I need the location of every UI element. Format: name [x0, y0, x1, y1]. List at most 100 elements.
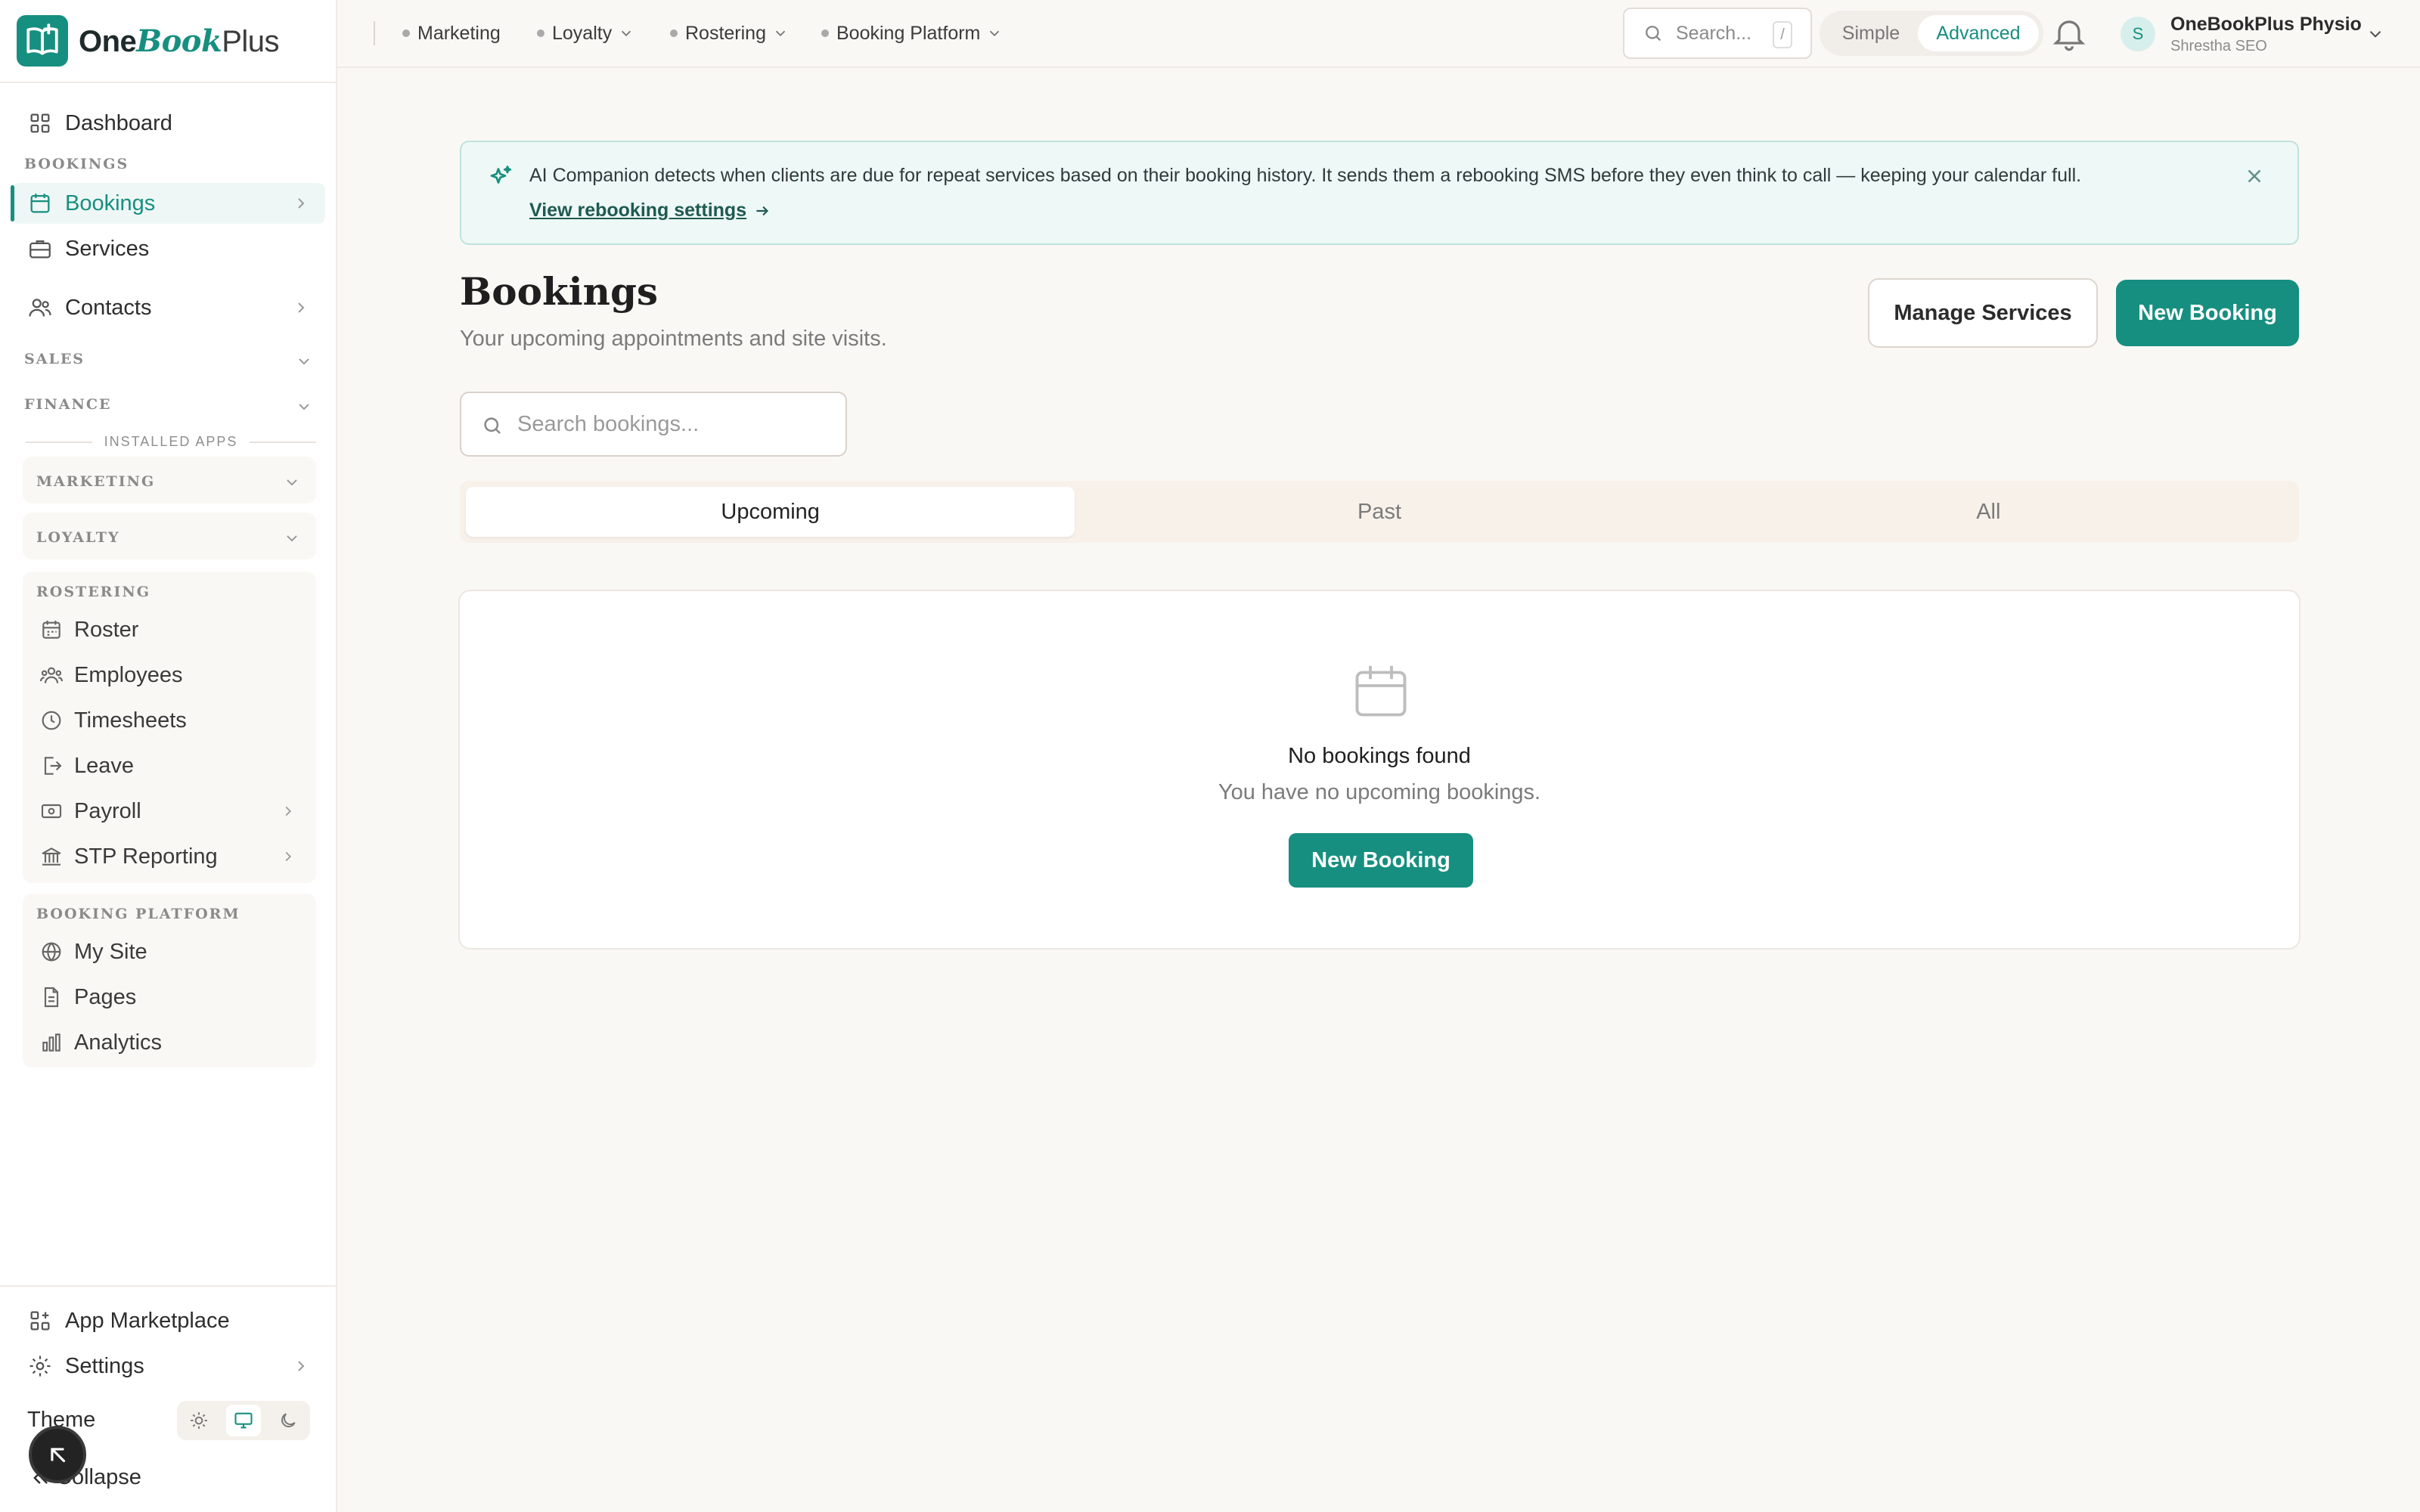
sidebar-item-roster[interactable]: Roster	[39, 611, 138, 649]
chevron-down-icon[interactable]	[295, 398, 313, 416]
book-logo-icon	[17, 15, 68, 67]
topbar-app-rostering[interactable]: Rostering	[670, 18, 789, 48]
empty-state-subtitle: You have no upcoming bookings.	[1218, 780, 1541, 804]
sidebar-divider	[0, 1285, 337, 1287]
topbar-app-marketing[interactable]: Marketing	[402, 18, 501, 48]
team-icon	[39, 667, 64, 683]
section-toggle-loyalty[interactable]: LOYALTY	[36, 529, 120, 546]
apps-grid-icon	[30, 1311, 50, 1331]
theme-dark-button[interactable]	[271, 1405, 306, 1436]
sidebar-item-dashboard[interactable]: Dashboard	[12, 103, 325, 144]
banknote-icon	[41, 804, 62, 819]
search-icon	[484, 417, 501, 434]
user-name: Shrestha SEO	[2170, 38, 2267, 54]
active-indicator	[11, 185, 14, 222]
status-dot	[402, 29, 410, 37]
org-name[interactable]: OneBookPlus Physio	[2170, 14, 2362, 36]
document-icon	[44, 987, 59, 1008]
sidebar-item-bookings[interactable]: Bookings	[12, 183, 325, 224]
clock-icon	[42, 711, 61, 730]
rebooking-settings-link[interactable]: View rebooking settings	[529, 200, 772, 222]
sidebar-item-label: App Marketplace	[65, 1308, 230, 1333]
sidebar-item-contacts[interactable]: Contacts	[12, 287, 325, 328]
sidebar-item-services[interactable]: Services	[12, 228, 325, 269]
chevron-down-icon	[622, 30, 631, 37]
sidebar-item-payroll[interactable]: Payroll	[39, 792, 141, 830]
topbar-app-loyalty[interactable]: Loyalty	[537, 18, 634, 48]
tab-upcoming[interactable]: Upcoming	[466, 487, 1075, 537]
mode-advanced-button[interactable]: Advanced	[1918, 15, 2039, 51]
gear-icon	[29, 1356, 51, 1377]
chevron-down-icon	[775, 30, 786, 37]
sidebar-item-settings[interactable]: Settings	[12, 1346, 325, 1387]
moon-icon	[281, 1413, 296, 1427]
global-search-input[interactable]: Search... /	[1623, 8, 1812, 59]
status-dot	[670, 29, 678, 37]
top-bar: Marketing Loyalty Rostering Booking Plat…	[337, 0, 2420, 68]
chevron-right-icon	[285, 806, 292, 816]
sidebar-item-leave[interactable]: Leave	[39, 747, 134, 785]
new-booking-button[interactable]: New Booking	[2116, 280, 2299, 346]
chevron-right-icon	[285, 851, 292, 862]
arrow-right-icon	[756, 206, 769, 215]
section-toggle-finance[interactable]: FINANCE	[24, 396, 111, 413]
keyboard-shortcut-badge: /	[1773, 21, 1792, 48]
booking-tabs: Upcoming Past All	[460, 481, 2299, 543]
section-label-rostering: ROSTERING	[36, 584, 150, 600]
section-label-bookings: BOOKINGS	[24, 156, 129, 172]
theme-system-button[interactable]	[225, 1405, 261, 1436]
topbar-divider	[374, 21, 375, 45]
banner-message: AI Companion detects when clients are du…	[529, 165, 2082, 186]
calendar-grid-icon	[42, 621, 60, 639]
sidebar-item-timesheets[interactable]: Timesheets	[39, 702, 187, 739]
sparkles-icon	[490, 166, 512, 184]
status-dot	[537, 29, 544, 37]
tab-past[interactable]: Past	[1075, 487, 1683, 537]
empty-state-title: No bookings found	[1288, 744, 1471, 768]
close-icon[interactable]	[2243, 165, 2266, 187]
sidebar-item-my-site[interactable]: My Site	[39, 933, 147, 971]
theme-light-button[interactable]	[182, 1405, 216, 1436]
brand-logo[interactable]: One Book Plus	[0, 0, 337, 83]
chevron-down-icon	[990, 30, 1000, 37]
theme-toggle[interactable]	[177, 1401, 310, 1440]
chevron-right-icon	[298, 1361, 305, 1371]
sidebar-item-app-marketplace[interactable]: App Marketplace	[12, 1300, 325, 1341]
chevron-down-icon[interactable]	[283, 473, 301, 491]
globe-icon	[42, 942, 61, 962]
chevron-down-icon[interactable]	[283, 529, 301, 547]
sidebar-item-label: Services	[65, 236, 150, 261]
sidebar-item-pages[interactable]: Pages	[39, 978, 136, 1016]
sidebar-item-label: Dashboard	[65, 110, 172, 135]
topbar-app-booking-platform[interactable]: Booking Platform	[821, 18, 1003, 48]
section-toggle-sales[interactable]: SALES	[24, 351, 85, 367]
sidebar-item-stp-reporting[interactable]: STP Reporting	[39, 838, 218, 875]
ai-companion-banner: AI Companion detects when clients are du…	[460, 141, 2299, 245]
avatar[interactable]: S	[2121, 17, 2155, 51]
mode-toggle[interactable]: Simple Advanced	[1820, 11, 2043, 56]
users-icon	[29, 299, 51, 317]
sidebar-item-analytics[interactable]: Analytics	[39, 1024, 162, 1061]
manage-services-button[interactable]: Manage Services	[1868, 278, 2098, 348]
installed-apps-divider: INSTALLED APPS	[26, 434, 317, 450]
calendar-icon	[1355, 665, 1407, 717]
search-icon	[1646, 26, 1661, 42]
cursor-assistant-button[interactable]	[29, 1426, 86, 1483]
arrow-up-left-icon	[51, 1448, 66, 1463]
section-toggle-marketing[interactable]: MARKETING	[36, 473, 155, 490]
sidebar-item-label: Bookings	[65, 191, 156, 215]
chevron-down-icon[interactable]	[2366, 24, 2385, 44]
sidebar-item-label: Contacts	[65, 295, 152, 320]
bell-icon[interactable]	[2049, 14, 2089, 53]
sidebar: One Book Plus Dashboard BOOKINGS Bookings …	[0, 0, 337, 1512]
chevron-down-icon[interactable]	[295, 352, 313, 370]
empty-state-new-booking-button[interactable]: New Booking	[1289, 833, 1473, 888]
section-label-booking-platform: BOOKING PLATFORM	[36, 906, 240, 922]
mode-simple-button[interactable]: Simple	[1824, 15, 1918, 51]
tab-all[interactable]: All	[1684, 487, 2293, 537]
monitor-icon	[234, 1412, 253, 1429]
search-bookings-input[interactable]: Search bookings...	[460, 392, 847, 457]
calendar-icon	[30, 194, 50, 213]
brand-name: One Book Plus	[79, 23, 279, 59]
sidebar-item-employees[interactable]: Employees	[39, 656, 182, 694]
